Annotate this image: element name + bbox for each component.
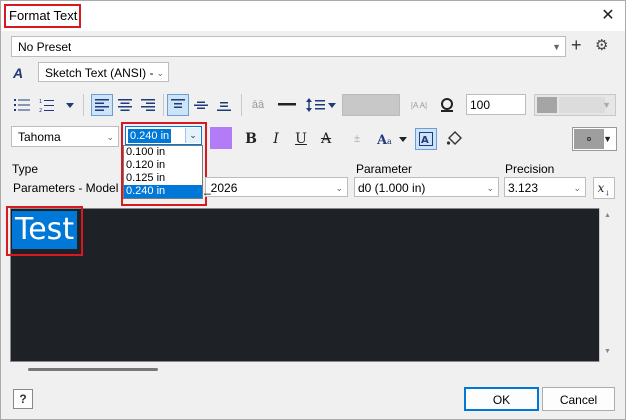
scrollbar-thumb[interactable] xyxy=(28,368,158,371)
add-preset-icon[interactable]: + xyxy=(571,35,585,55)
fill-bucket-icon[interactable] xyxy=(443,128,465,150)
oblique-angle-icon[interactable] xyxy=(436,94,458,116)
fill-color-dropdown[interactable]: ▼ xyxy=(572,127,617,151)
svg-text:2: 2 xyxy=(39,108,42,112)
chevron-down-icon: ⌄ xyxy=(335,183,343,193)
gear-icon[interactable]: ⚙ xyxy=(595,36,613,56)
bold-icon[interactable]: B xyxy=(240,128,262,150)
scroll-down-icon[interactable]: ▼ xyxy=(604,348,611,355)
chevron-down-icon: ▼ xyxy=(552,42,561,52)
italic-icon[interactable]: I xyxy=(265,128,287,150)
width-factor-icon[interactable]: |A A| xyxy=(406,94,432,116)
toolbar-separator xyxy=(163,94,164,116)
fill-color-swatch xyxy=(574,129,604,149)
type-dropdown[interactable]: Parameters - Model xyxy=(11,177,119,197)
numbered-list-icon[interactable]: 12 xyxy=(37,94,77,116)
vertical-scrollbar[interactable]: ▲ ▼ xyxy=(599,208,615,362)
preset-value: No Preset xyxy=(18,40,72,54)
font-size-highlight xyxy=(121,122,207,206)
align-right-icon[interactable] xyxy=(137,94,159,116)
toolbar-separator xyxy=(83,94,84,116)
text-style-dropdown[interactable]: Sketch Text (ANSI) - 3I ⌄ xyxy=(38,62,169,82)
type-value: Parameters - Model xyxy=(13,181,119,195)
svg-text:A: A xyxy=(421,135,429,146)
background-mask-icon[interactable]: A xyxy=(415,128,437,150)
text-case-icon[interactable]: Aa xyxy=(376,128,408,150)
toolbar-separator xyxy=(241,94,242,116)
editor-text-highlight xyxy=(6,206,83,256)
parameter-value: d0 (1.000 in) xyxy=(358,181,426,195)
line-spacing-icon[interactable] xyxy=(304,94,338,116)
text-editor[interactable] xyxy=(10,208,615,362)
align-bottom-icon[interactable] xyxy=(213,94,235,116)
precision-label: Precision xyxy=(505,162,555,176)
text-color-swatch[interactable] xyxy=(210,127,232,149)
chevron-down-icon: ▼ xyxy=(602,100,611,110)
title-bar xyxy=(1,1,625,31)
spacing-value: 100 xyxy=(470,98,491,112)
text-style-value: Sketch Text (ANSI) - 3I xyxy=(45,66,157,80)
stack-text-icon[interactable]: āā xyxy=(247,94,269,116)
svg-text:a: a xyxy=(387,137,392,146)
model-value: _2026 xyxy=(204,181,238,195)
chevron-down-icon: ⌄ xyxy=(156,68,164,78)
align-top-icon[interactable] xyxy=(167,94,189,116)
align-middle-icon[interactable] xyxy=(190,94,212,116)
cancel-button[interactable]: Cancel xyxy=(542,387,615,411)
format-text-dialog: Format Text ✕ No Preset ▼ + ⚙ A Sketch T… xyxy=(0,0,626,420)
precision-dropdown[interactable]: 3.123 ⌄ xyxy=(504,177,586,197)
spacing-input[interactable]: 100 xyxy=(466,94,526,115)
font-family-dropdown[interactable]: Tahoma ⌄ xyxy=(11,126,119,147)
parameter-dropdown[interactable]: d0 (1.000 in) ⌄ xyxy=(354,177,499,197)
strikethrough-icon[interactable]: A xyxy=(315,128,337,150)
chevron-down-icon: ⌄ xyxy=(486,183,494,193)
bullet-list-icon[interactable] xyxy=(11,94,33,116)
help-icon[interactable]: ? xyxy=(13,389,33,409)
line-weight-icon[interactable] xyxy=(276,94,298,116)
title-highlight xyxy=(4,4,81,28)
ok-button[interactable]: OK xyxy=(464,387,539,411)
insert-parameter-icon[interactable]: x↓ xyxy=(593,177,615,199)
spacing-field-disabled xyxy=(342,94,400,116)
model-dropdown[interactable]: _2026 ⌄ xyxy=(204,177,348,197)
type-label: Type xyxy=(12,162,39,176)
parameter-label: Parameter xyxy=(356,162,413,176)
align-left-icon[interactable] xyxy=(91,94,113,116)
color-swatch xyxy=(537,97,557,113)
underline-icon[interactable]: U xyxy=(290,128,312,150)
precision-value: 3.123 xyxy=(508,181,539,195)
horizontal-scrollbar[interactable] xyxy=(10,362,615,378)
close-icon[interactable]: ✕ xyxy=(597,5,619,27)
chevron-down-icon: ⌄ xyxy=(106,132,114,142)
text-style-icon: A xyxy=(13,65,24,81)
chevron-down-icon: ⌄ xyxy=(573,183,581,193)
superscript-icon[interactable]: ± xyxy=(346,128,368,150)
preset-dropdown[interactable]: No Preset ▼ xyxy=(11,36,566,57)
align-center-icon[interactable] xyxy=(114,94,136,116)
svg-text:1: 1 xyxy=(39,99,42,105)
scroll-up-icon[interactable]: ▲ xyxy=(604,212,611,219)
font-family-value: Tahoma xyxy=(18,130,61,144)
color-dropdown-disabled: ▼ xyxy=(534,94,616,116)
chevron-down-icon: ▼ xyxy=(603,134,612,144)
